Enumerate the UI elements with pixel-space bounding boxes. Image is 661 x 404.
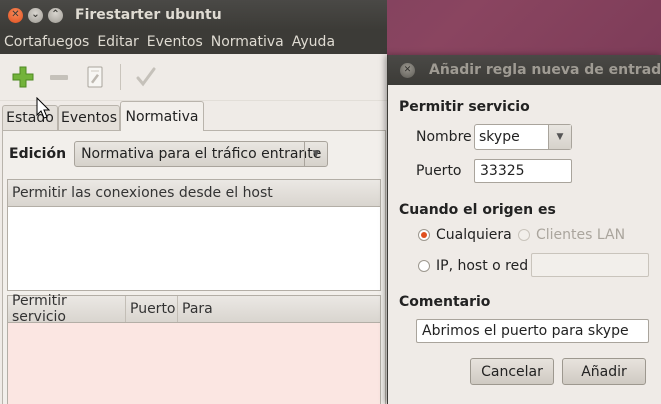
column-header-for[interactable]: Para xyxy=(178,296,380,322)
comment-field-value: Abrimos el puerto para skype xyxy=(422,323,629,339)
toolbar xyxy=(0,54,387,101)
menu-normativa[interactable]: Normativa xyxy=(211,34,284,50)
inbound-hosts-header[interactable]: Permitir las conexiones desde el host xyxy=(8,180,380,207)
menu-eventos[interactable]: Eventos xyxy=(147,34,203,50)
tab-eventos-label: Eventos xyxy=(61,110,117,126)
origin-lan-radio[interactable]: Clientes LAN xyxy=(518,227,625,243)
edition-row: Edición Normativa para el tráfico entran… xyxy=(9,141,329,167)
column-header-service[interactable]: Permitir servicio xyxy=(8,293,126,325)
radio-icon xyxy=(518,229,530,241)
service-section-title: Permitir servicio xyxy=(399,99,530,115)
add-rule-dialog: ✕ Añadir regla nueva de entrad Permitir … xyxy=(387,55,661,404)
apply-rules-button[interactable] xyxy=(133,64,159,90)
comment-section-title: Comentario xyxy=(399,294,491,310)
cancel-button-label: Cancelar xyxy=(481,363,543,380)
dialog-close-button[interactable]: ✕ xyxy=(400,62,415,78)
menu-editar[interactable]: Editar xyxy=(97,34,138,50)
chevron-down-icon: ▼ xyxy=(304,142,327,166)
maximize-window-button[interactable]: ⌃ xyxy=(48,7,63,23)
service-name-value: skype xyxy=(479,129,520,145)
apply-icon xyxy=(136,67,156,87)
remove-rule-button[interactable] xyxy=(46,64,72,90)
port-field[interactable]: 33325 xyxy=(474,159,572,183)
services-list[interactable]: Permitir servicio Puerto Para xyxy=(7,293,381,404)
maximize-icon: ⌃ xyxy=(51,9,60,20)
tab-normativa[interactable]: Normativa xyxy=(120,101,204,131)
menu-ayuda[interactable]: Ayuda xyxy=(292,34,335,50)
close-window-button[interactable]: ✕ xyxy=(8,7,23,23)
name-label: Nombre xyxy=(416,129,472,145)
origin-any-radio[interactable]: Cualquiera xyxy=(418,227,512,243)
origin-lan-label: Clientes LAN xyxy=(536,227,626,243)
firestarter-window: ✕ ⌄ ⌃ Firestarter ubuntu Cortafuegos Edi… xyxy=(0,0,387,404)
comment-field[interactable]: Abrimos el puerto para skype xyxy=(416,319,649,343)
column-header-port[interactable]: Puerto xyxy=(126,296,178,322)
column-port-label: Puerto xyxy=(130,301,176,317)
services-header: Permitir servicio Puerto Para xyxy=(8,293,380,325)
edition-select-value: Normativa para el tráfico entrante xyxy=(81,146,322,162)
toolbar-separator xyxy=(120,64,121,90)
close-icon: ✕ xyxy=(11,9,20,20)
edit-icon xyxy=(87,66,103,88)
port-label: Puerto xyxy=(416,163,462,179)
origin-ip-radio[interactable]: IP, host o red xyxy=(418,258,528,274)
menu-cortafuegos[interactable]: Cortafuegos xyxy=(4,34,89,50)
inbound-hosts-list[interactable]: Permitir las conexiones desde el host xyxy=(7,179,381,291)
close-icon: ✕ xyxy=(403,65,412,75)
add-icon xyxy=(12,66,34,88)
dialog-titlebar[interactable]: ✕ Añadir regla nueva de entrad xyxy=(388,55,661,85)
service-name-combo[interactable]: skype ▼ xyxy=(474,124,572,150)
minimize-window-button[interactable]: ⌄ xyxy=(28,7,43,23)
add-rule-button[interactable] xyxy=(10,64,36,90)
tab-eventos[interactable]: Eventos xyxy=(58,105,120,130)
radio-selected-icon xyxy=(418,229,430,241)
edition-label: Edición xyxy=(9,146,67,162)
add-button-label: Añadir xyxy=(581,363,627,380)
column-for-label: Para xyxy=(182,301,213,317)
tab-bar: Estado Eventos Normativa xyxy=(0,101,387,131)
ip-host-network-field[interactable] xyxy=(531,253,649,277)
port-field-value: 33325 xyxy=(480,163,525,179)
add-button[interactable]: Añadir xyxy=(562,358,646,385)
inbound-hosts-column-label: Permitir las conexiones desde el host xyxy=(12,185,273,201)
dialog-title: Añadir regla nueva de entrad xyxy=(429,62,661,78)
chevron-down-icon: ▼ xyxy=(548,125,571,149)
column-service-label: Permitir servicio xyxy=(12,293,67,325)
edit-rule-button[interactable] xyxy=(82,64,108,90)
minimize-icon: ⌄ xyxy=(31,9,40,20)
menubar: Cortafuegos Editar Eventos Normativa Ayu… xyxy=(0,30,387,54)
tab-normativa-label: Normativa xyxy=(125,108,199,125)
main-titlebar[interactable]: ✕ ⌄ ⌃ Firestarter ubuntu xyxy=(0,0,387,30)
mouse-pointer-icon xyxy=(36,97,50,119)
origin-any-label: Cualquiera xyxy=(436,227,512,243)
origin-ip-label: IP, host o red xyxy=(436,258,529,274)
radio-icon xyxy=(418,260,430,272)
window-title: Firestarter ubuntu xyxy=(75,7,222,23)
normativa-panel: Edición Normativa para el tráfico entran… xyxy=(2,130,386,404)
edition-select[interactable]: Normativa para el tráfico entrante ▼ xyxy=(74,141,329,167)
cancel-button[interactable]: Cancelar xyxy=(470,358,554,385)
remove-icon xyxy=(50,75,68,80)
origin-section-title: Cuando el origen es xyxy=(399,202,556,218)
